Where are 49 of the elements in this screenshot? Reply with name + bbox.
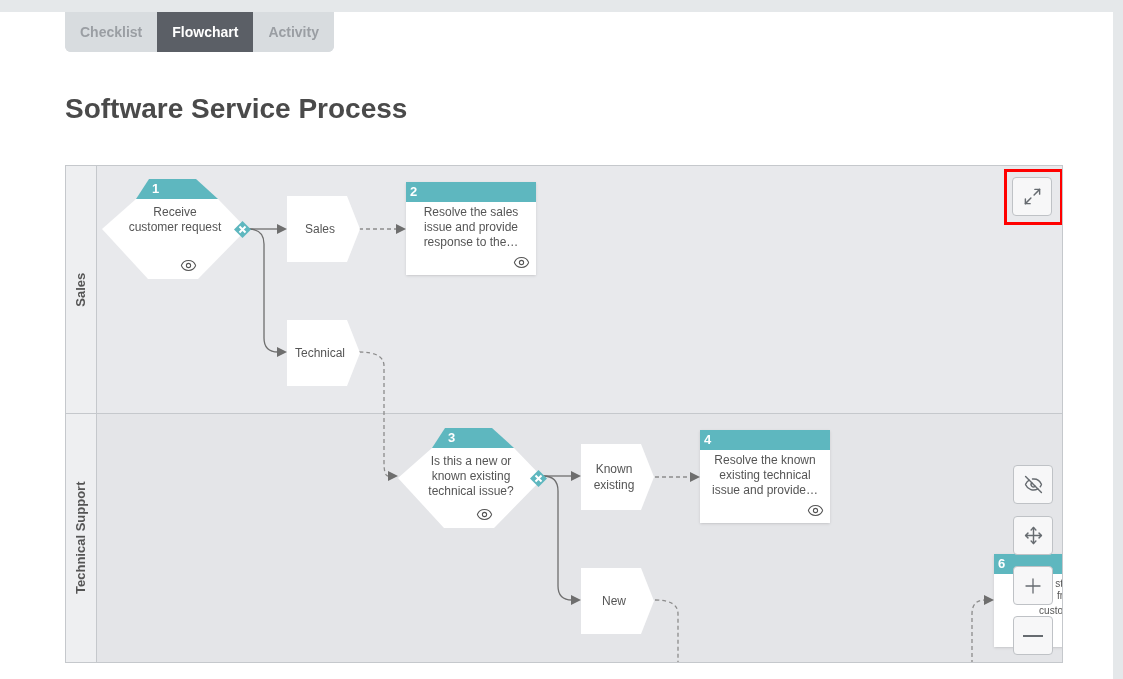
node-label: fr [1056, 591, 1062, 601]
node-label: issue and provide [423, 220, 519, 235]
node-label: Resolve the known [714, 453, 816, 468]
eye-icon[interactable] [476, 506, 493, 523]
node-label: Receive [153, 205, 197, 220]
node-label: response to the… [423, 235, 519, 250]
connector-arrow [654, 472, 700, 482]
node-label: technical issue? [428, 484, 514, 499]
eye-off-icon [1023, 475, 1043, 494]
node-number: 2 [410, 184, 418, 200]
node-label: customer request [128, 220, 222, 235]
node-label: Resolve the sales [423, 205, 519, 220]
minus-icon [1023, 634, 1043, 637]
lane-title: Technical Support [72, 481, 90, 595]
node-number: 1 [152, 181, 160, 197]
condition-label: Technical [295, 345, 345, 361]
tab[interactable]: Flowchart [157, 12, 254, 52]
node-label: existing technical [719, 468, 811, 483]
task-node[interactable]: 2 Resolve the sales issue and provide response to the… [406, 182, 536, 275]
node-label: Is this a new or [430, 454, 512, 469]
eye-icon[interactable] [807, 502, 824, 519]
zoom-out-button[interactable] [1013, 616, 1053, 655]
node-number: 3 [448, 430, 456, 446]
condition-label: Known [595, 461, 633, 477]
gateway-x-icon[interactable] [530, 470, 547, 487]
center-button[interactable] [1013, 516, 1053, 555]
condition-label: Sales [305, 221, 335, 237]
gateway-x-icon[interactable] [234, 221, 251, 238]
lane-title: Sales [72, 272, 90, 307]
node-label: custo [1039, 606, 1062, 616]
connector-arrow [358, 224, 406, 234]
node-label: st [1055, 579, 1062, 589]
zoom-in-button[interactable] [1013, 566, 1053, 605]
page-title: Software Service Process [65, 92, 409, 126]
expand-button[interactable] [1012, 177, 1052, 216]
task-node[interactable]: 4 Resolve the known existing technical issue and provide… [700, 430, 830, 523]
node-number: 6 [998, 556, 1006, 572]
node-label: known existing [431, 469, 511, 484]
move-icon [1023, 526, 1043, 545]
node-number: 4 [704, 432, 712, 448]
expand-icon [1022, 187, 1042, 206]
connector-arrow [971, 595, 994, 662]
eye-icon[interactable] [180, 257, 197, 274]
eye-icon[interactable] [513, 254, 530, 271]
condition-label: New [602, 593, 626, 609]
condition-label: existing [593, 477, 635, 493]
node-label: issue and provide… [711, 483, 819, 498]
hide-button[interactable] [1013, 465, 1053, 504]
connector-line [654, 599, 679, 662]
